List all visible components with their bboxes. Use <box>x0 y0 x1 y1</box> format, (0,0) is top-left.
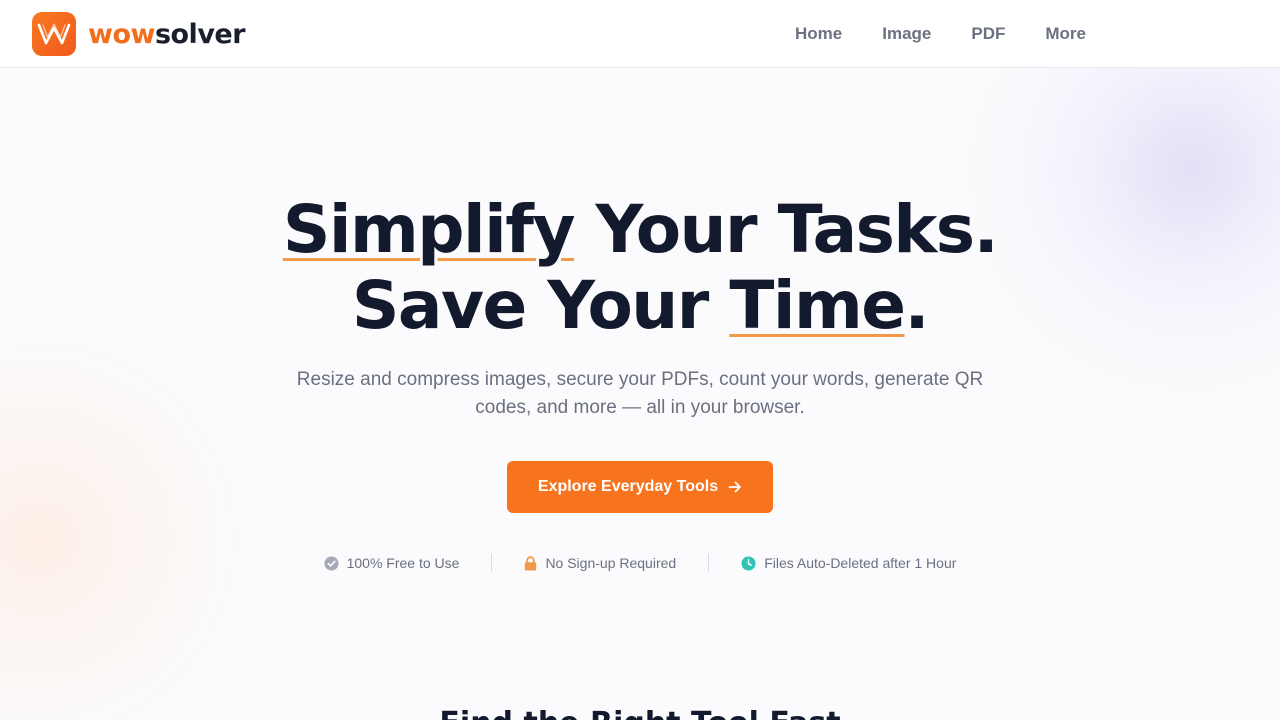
background-glow-left <box>0 340 280 720</box>
badge-divider <box>708 554 710 572</box>
arrow-right-icon <box>728 480 742 494</box>
nav-pdf[interactable]: PDF <box>951 24 1025 44</box>
feature-free-label: 100% Free to Use <box>346 555 460 571</box>
logo-wordmark: wowsolver <box>88 18 246 50</box>
feature-free: 100% Free to Use <box>324 555 460 571</box>
lock-icon <box>524 555 537 571</box>
hero-title-line2-start: Save Your <box>351 267 730 344</box>
section-title-find-tool: Find the Right Tool Fast <box>0 704 1280 720</box>
feature-auto-delete: Files Auto-Deleted after 1 Hour <box>741 555 956 571</box>
logo-w-icon <box>32 12 76 56</box>
feature-no-signup: No Sign-up Required <box>524 555 676 571</box>
badge-divider <box>491 554 493 572</box>
hero-title: Simplify Your Tasks. Save Your Time. <box>0 192 1280 344</box>
feature-no-signup-label: No Sign-up Required <box>545 555 677 571</box>
hero-title-period: . <box>904 267 930 344</box>
hero-title-simplify: Simplify <box>282 191 576 268</box>
nav-home[interactable]: Home <box>775 24 862 44</box>
hero-subtitle: Resize and compress images, secure your … <box>296 369 984 418</box>
explore-tools-button[interactable]: Explore Everyday Tools <box>507 461 773 513</box>
site-header: wowsolver Home Image PDF More <box>0 0 1280 68</box>
clock-icon <box>741 555 756 571</box>
nav-more[interactable]: More <box>1025 24 1106 44</box>
hero-title-line1-rest: Your Tasks. <box>574 191 998 268</box>
check-circle-icon <box>324 555 339 571</box>
logo-link[interactable]: wowsolver <box>32 12 246 56</box>
explore-tools-label: Explore Everyday Tools <box>537 478 719 495</box>
page: wowsolver Home Image PDF More Simplify Y… <box>0 0 1280 720</box>
logo-text-solver: solver <box>154 18 246 50</box>
feature-badges: 100% Free to Use No Sign-up Required Fil… <box>0 551 1280 575</box>
main-nav: Home Image PDF More <box>775 0 1106 68</box>
nav-image[interactable]: Image <box>862 24 951 44</box>
logo-text-wow: wow <box>88 18 155 50</box>
feature-auto-delete-label: Files Auto-Deleted after 1 Hour <box>764 555 957 571</box>
hero-title-time: Time <box>729 267 906 344</box>
